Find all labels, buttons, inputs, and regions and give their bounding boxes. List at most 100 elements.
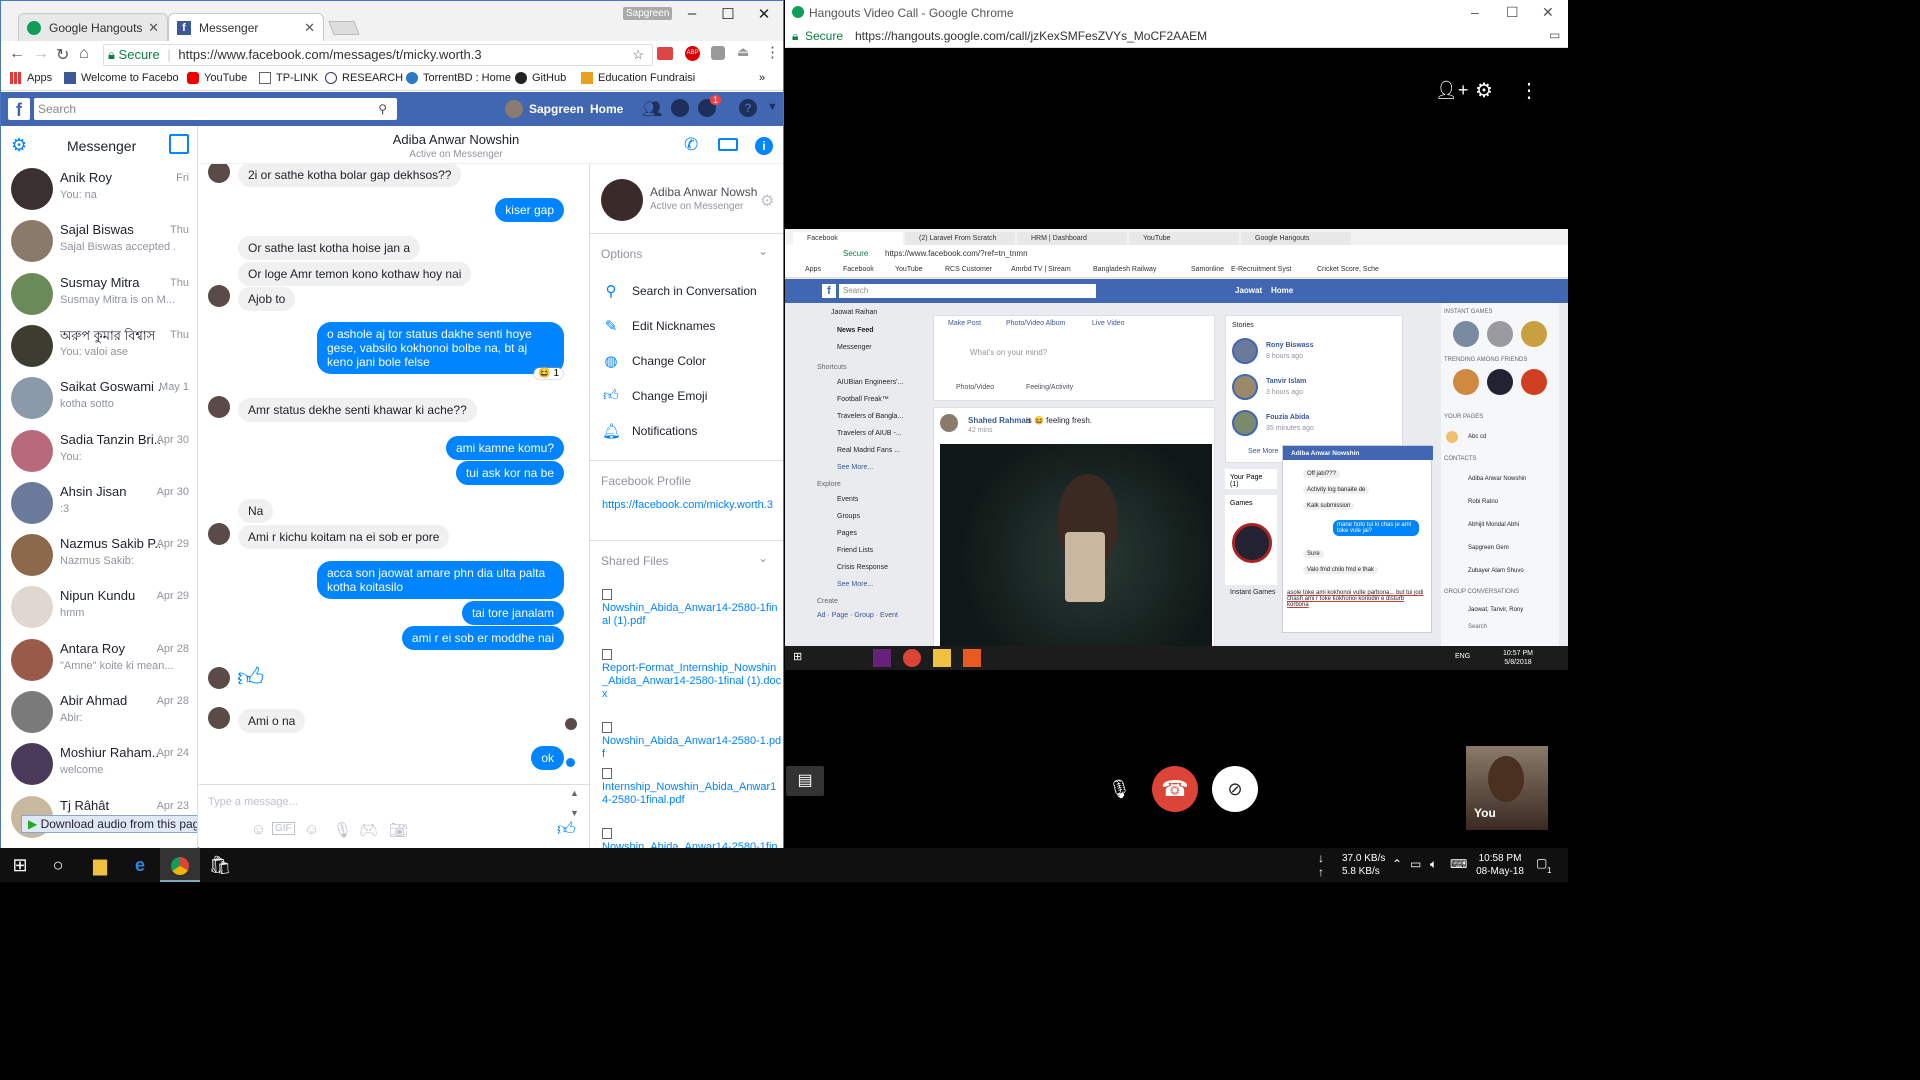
home-icon[interactable]: ⌂ [79, 45, 89, 63]
close-tab-icon[interactable]: ✕ [304, 20, 315, 36]
video-call-icon[interactable] [718, 138, 738, 151]
conversation-item[interactable]: Antara Roy "Amne" koite ki mean... Apr 28 [1, 635, 197, 687]
maximize-button[interactable]: ☐ [1506, 4, 1519, 21]
camera-off-button[interactable]: ⊘ [1212, 766, 1258, 812]
reload-icon[interactable]: ↻ [56, 45, 69, 65]
message-input[interactable]: Type a message... [208, 796, 298, 808]
store-icon[interactable]: 🛍︎ [200, 848, 240, 882]
action-center-icon[interactable]: ▢ [1536, 856, 1547, 870]
new-tab-button[interactable] [328, 21, 360, 35]
url-field[interactable]: 🔒︎ Secure | https://www.facebook.com/mes… [103, 44, 653, 66]
notifications-option[interactable]: 🔔︎ Notifications [602, 422, 697, 440]
star-icon[interactable]: ☆ [632, 45, 644, 65]
minimize-button[interactable]: – [1471, 4, 1479, 20]
conversation-item[interactable]: Nazmus Sakib P... Nazmus Sakib: Apr 29 [1, 530, 197, 582]
conversation-item[interactable]: Sadia Tanzin Bri... You: Apr 30 [1, 426, 197, 478]
emoji-icon[interactable]: ☺ [304, 821, 319, 838]
back-icon[interactable]: ← [9, 45, 25, 63]
friend-requests-icon[interactable]: 👥︎ [642, 99, 662, 119]
forward-icon[interactable]: → [33, 45, 49, 63]
edit-nicknames[interactable]: ✎ Edit Nicknames [602, 317, 716, 335]
avatar[interactable] [505, 100, 523, 118]
settings-gear-icon[interactable]: ⚙ [760, 191, 774, 211]
conversation-item[interactable]: Anik Roy You: na Fri [1, 164, 197, 216]
facebook-search-input[interactable]: Search ⚲ [34, 98, 397, 120]
tab-google-hangouts[interactable]: Google Hangouts ✕ [18, 13, 168, 41]
messenger-icon[interactable] [671, 99, 689, 117]
conversation-item[interactable]: Nipun Kundu hmm Apr 29 [1, 582, 197, 634]
file-explorer-icon[interactable]: ▆ [80, 848, 120, 882]
like-button-icon[interactable]: 👍︎ [557, 818, 576, 840]
search-in-conversation[interactable]: ⚲ Search in Conversation [602, 282, 757, 300]
change-emoji[interactable]: 👍︎ Change Emoji [602, 387, 707, 405]
conversation-item[interactable]: Susmay Mitra Susmay Mitra is on M... Thu [1, 269, 197, 321]
bookmark-torrentbd[interactable]: TorrentBD : Home [406, 72, 511, 84]
end-call-button[interactable]: ☎︎ [1152, 766, 1198, 812]
profile-badge[interactable]: Sapgreen [623, 7, 673, 20]
conversation-item[interactable]: Saikat Goswami ... kotha sotto May 1 [1, 373, 197, 425]
conversation-item[interactable]: Moshiur Raham... welcome Apr 24 [1, 739, 197, 791]
shared-file-link[interactable]: Nowshin_Abida_Anwar14-2580-1final (1).pd… [602, 589, 782, 628]
bookmark-youtube[interactable]: YouTube [187, 72, 247, 84]
windows-start-icon[interactable]: ⊞ [0, 848, 40, 882]
shared-file-link[interactable]: Nowshin_Abida_Anwar14-2580-1final (1).pd… [602, 828, 782, 849]
voice-call-icon[interactable]: ✆ [684, 135, 698, 155]
profile-link[interactable]: https://facebook.com/micky.worth.3 [602, 499, 782, 512]
options-title[interactable]: Options [601, 247, 642, 261]
battery-icon[interactable]: ▭ [1410, 857, 1421, 871]
bookmark-education[interactable]: Education Fundraisi [581, 72, 695, 84]
clock[interactable]: 10:58 PM 08-May-18 [1472, 852, 1528, 878]
conversation-item[interactable]: Abir Ahmad Abir: Apr 28 [1, 687, 197, 739]
maximize-button[interactable]: ☐ [713, 5, 743, 23]
edge-icon[interactable]: e [120, 848, 160, 882]
search-icon[interactable]: ⚲ [378, 98, 387, 120]
settings-gear-icon[interactable]: ⚙ [11, 135, 27, 156]
microphone-icon[interactable]: 🎙︎ [333, 821, 352, 839]
compose-icon[interactable] [169, 134, 189, 154]
bookmark-github[interactable]: GitHub [515, 72, 566, 84]
composer-scrollbar[interactable]: ▲ ▼ [570, 788, 579, 818]
camera-icon[interactable]: 📷︎ [389, 821, 408, 839]
url-text[interactable]: https://hangouts.google.com/call/jzKexSM… [855, 29, 1207, 43]
settings-gear-icon[interactable]: ⚙ [1475, 78, 1493, 103]
bookmark-apps[interactable]: Apps [10, 72, 52, 84]
extension-icon[interactable] [711, 46, 725, 60]
download-icon[interactable]: ⏏ [737, 44, 749, 60]
facebook-logo-icon[interactable]: f [8, 98, 30, 120]
info-icon[interactable]: i [755, 137, 773, 155]
game-icon[interactable]: 🎮︎ [359, 821, 378, 839]
more-options-icon[interactable]: ⋮ [1519, 78, 1539, 103]
cortana-icon[interactable]: ○ [38, 848, 78, 882]
close-tab-icon[interactable]: ✕ [148, 20, 159, 36]
volume-icon[interactable]: 🔈︎ [1430, 857, 1437, 872]
sticker-icon[interactable]: ☺ [251, 821, 266, 838]
more-bookmarks-icon[interactable]: » [759, 72, 765, 84]
shared-file-link[interactable]: Report-Format_Internship_Nowshin_Abida_A… [602, 649, 782, 701]
help-icon[interactable]: ? [739, 99, 757, 117]
adblock-icon[interactable]: ABP [685, 46, 700, 61]
chevron-down-icon[interactable]: ⌄ [758, 244, 768, 258]
microphone-icon[interactable]: 🎙︎ [1108, 779, 1131, 800]
shared-files-title[interactable]: Shared Files [601, 554, 668, 568]
chat-icon[interactable]: ▤ [786, 766, 824, 796]
conversation-item[interactable]: Sajal Biswas Sajal Biswas accepted ... Thu [1, 216, 197, 268]
address-bar[interactable]: 🔒︎ Secure https://hangouts.google.com/ca… [785, 25, 1568, 48]
contact-avatar[interactable] [601, 179, 643, 221]
home-link[interactable]: Home [590, 102, 623, 116]
reaction-badge[interactable]: 😆 1 [534, 368, 563, 379]
menu-icon[interactable]: ⋮ [765, 43, 780, 61]
bookmark-research[interactable]: RESEARCH [325, 72, 403, 84]
add-person-icon[interactable]: 👤︎+ [1435, 80, 1468, 101]
close-window-button[interactable]: ✕ [749, 5, 779, 23]
chevron-down-icon[interactable]: ⌄ [758, 551, 768, 565]
self-video-preview[interactable]: You [1466, 746, 1548, 830]
gif-icon[interactable]: GIF [272, 822, 295, 835]
keyboard-icon[interactable]: ⌨ [1450, 857, 1467, 871]
chevron-up-icon[interactable]: ⌃ [1392, 857, 1402, 871]
conversation-item[interactable]: অরুপ কুমার বিশ্বাস You: valoi ase Thu [1, 321, 197, 373]
change-color[interactable]: ◍ Change Color [602, 352, 706, 370]
chrome-icon[interactable] [160, 848, 200, 882]
minimize-button[interactable]: – [677, 5, 707, 22]
close-window-button[interactable]: ✕ [1542, 4, 1554, 21]
download-audio-bar[interactable]: ▶ Download audio from this page ? ✕ [21, 815, 197, 833]
